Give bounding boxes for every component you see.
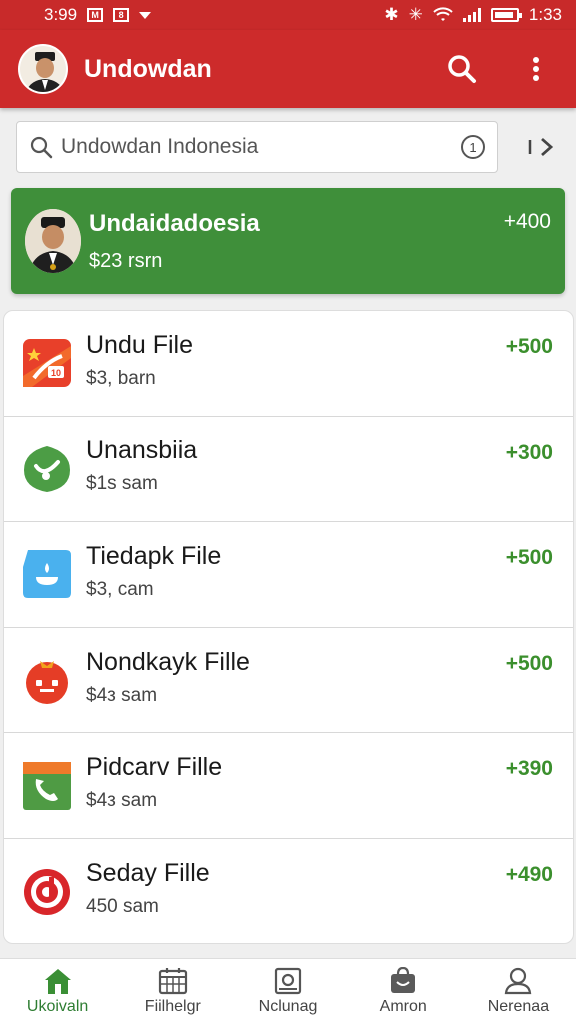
more-options-button[interactable]: [514, 47, 558, 91]
nav-item-bag[interactable]: Amron: [346, 959, 461, 1024]
forward-button[interactable]: [524, 129, 560, 165]
more-vertical-icon: [533, 57, 539, 81]
search-icon: [448, 55, 476, 83]
status-bar: 3:99 M 8 ✱ ✳ 1:33: [0, 0, 576, 30]
nav-label: Ukoivaln: [26, 998, 89, 1015]
search-icon: [30, 136, 53, 159]
nav-item-home[interactable]: Ukoivaln: [0, 959, 115, 1024]
item-title: Undu File: [86, 330, 193, 359]
search-button[interactable]: [440, 47, 484, 91]
nav-label: Nerenaa: [487, 998, 550, 1015]
item-subtitle: 450 sam: [86, 896, 159, 918]
red-circle-icon: [22, 867, 72, 917]
file-list: 10 Undu File $3, barn +500 Unansbiia $1s…: [3, 310, 574, 944]
red-app-icon: 10: [22, 338, 72, 388]
item-subtitle: $4з sam: [86, 684, 158, 706]
list-item[interactable]: Seday Fille 450 sam +490: [4, 839, 573, 943]
nav-label: Fiilhelgr: [144, 998, 201, 1015]
list-item[interactable]: Nondkayk Fille $4з sam +500: [4, 628, 573, 734]
battery-icon: [490, 8, 522, 22]
item-amount: +500: [505, 335, 553, 358]
featured-title: Undaidadoesia: [89, 209, 260, 237]
search-row: 1: [0, 108, 576, 186]
dropdown-caret-icon: [139, 11, 152, 19]
bag-icon: [391, 967, 416, 993]
list-item[interactable]: Pidcarv Fille $4з sam +390: [4, 733, 573, 839]
nav-label: Nclunag: [258, 998, 318, 1015]
phone-app-icon: [22, 761, 72, 811]
photo-icon: [274, 967, 302, 995]
green-leaf-icon: [22, 444, 72, 494]
home-icon: [44, 969, 71, 994]
notification-icon: M: [87, 8, 104, 22]
wifi-icon: [433, 7, 453, 21]
featured-avatar: [25, 209, 81, 273]
nav-item-profile[interactable]: Nerenaa: [461, 959, 576, 1024]
item-amount: +500: [505, 651, 553, 675]
nav-label: Amron: [379, 998, 427, 1015]
item-title: Nondkayk Fille: [86, 647, 250, 676]
signal-icon: [462, 8, 481, 22]
item-amount: +500: [505, 546, 553, 570]
app-title: Undowdan: [84, 54, 212, 83]
featured-subtitle: $23 rsrn: [89, 249, 163, 272]
item-subtitle: $3, cam: [86, 578, 154, 600]
list-item[interactable]: Tiedapk File $3, cam +500: [4, 522, 573, 628]
status-time-left: 3:99: [44, 5, 78, 24]
item-title: Seday Fille: [86, 859, 210, 888]
calendar-icon: [158, 968, 187, 995]
featured-amount: +400: [503, 210, 551, 233]
nav-item-calendar[interactable]: Fiilhelgr: [115, 959, 230, 1024]
bluetooth-icon: ✱: [384, 5, 399, 24]
item-title: Tiedapk File: [86, 541, 222, 570]
item-subtitle: $1s sam: [86, 473, 158, 495]
notification-icon-2: 8: [113, 8, 130, 22]
list-item[interactable]: Unansbiia $1s sam +300: [4, 417, 573, 523]
vibrate-icon: ✳: [408, 5, 423, 24]
item-amount: +300: [505, 440, 553, 464]
search-box[interactable]: 1: [16, 121, 498, 173]
bottom-nav: Ukoivaln Fiilhelgr Nclunag Amron Nerenaa: [0, 958, 576, 1024]
avatar[interactable]: [18, 44, 68, 94]
info-icon[interactable]: 1: [461, 135, 485, 159]
app-bar: Undowdan: [0, 30, 576, 108]
item-title: Unansbiia: [86, 436, 198, 465]
item-subtitle: $4з sam: [86, 790, 158, 812]
item-subtitle: $3, barn: [86, 367, 156, 389]
status-time-right: 1:33: [528, 5, 562, 24]
item-amount: +390: [505, 757, 553, 781]
item-title: Pidcarv Fille: [86, 753, 223, 782]
person-icon: [505, 967, 532, 995]
svg-text:10: 10: [51, 368, 61, 378]
nav-item-photo[interactable]: Nclunag: [230, 959, 345, 1024]
featured-text: Undaidadoesia $23 rsrn: [89, 210, 504, 273]
featured-card[interactable]: Undaidadoesia $23 rsrn +400: [11, 188, 565, 294]
tomato-icon: [22, 655, 72, 705]
skip-forward-icon: [528, 137, 554, 157]
list-item[interactable]: 10 Undu File $3, barn +500: [4, 311, 573, 417]
search-input[interactable]: [61, 135, 461, 159]
blue-app-icon: [22, 549, 72, 599]
item-amount: +490: [505, 862, 553, 886]
